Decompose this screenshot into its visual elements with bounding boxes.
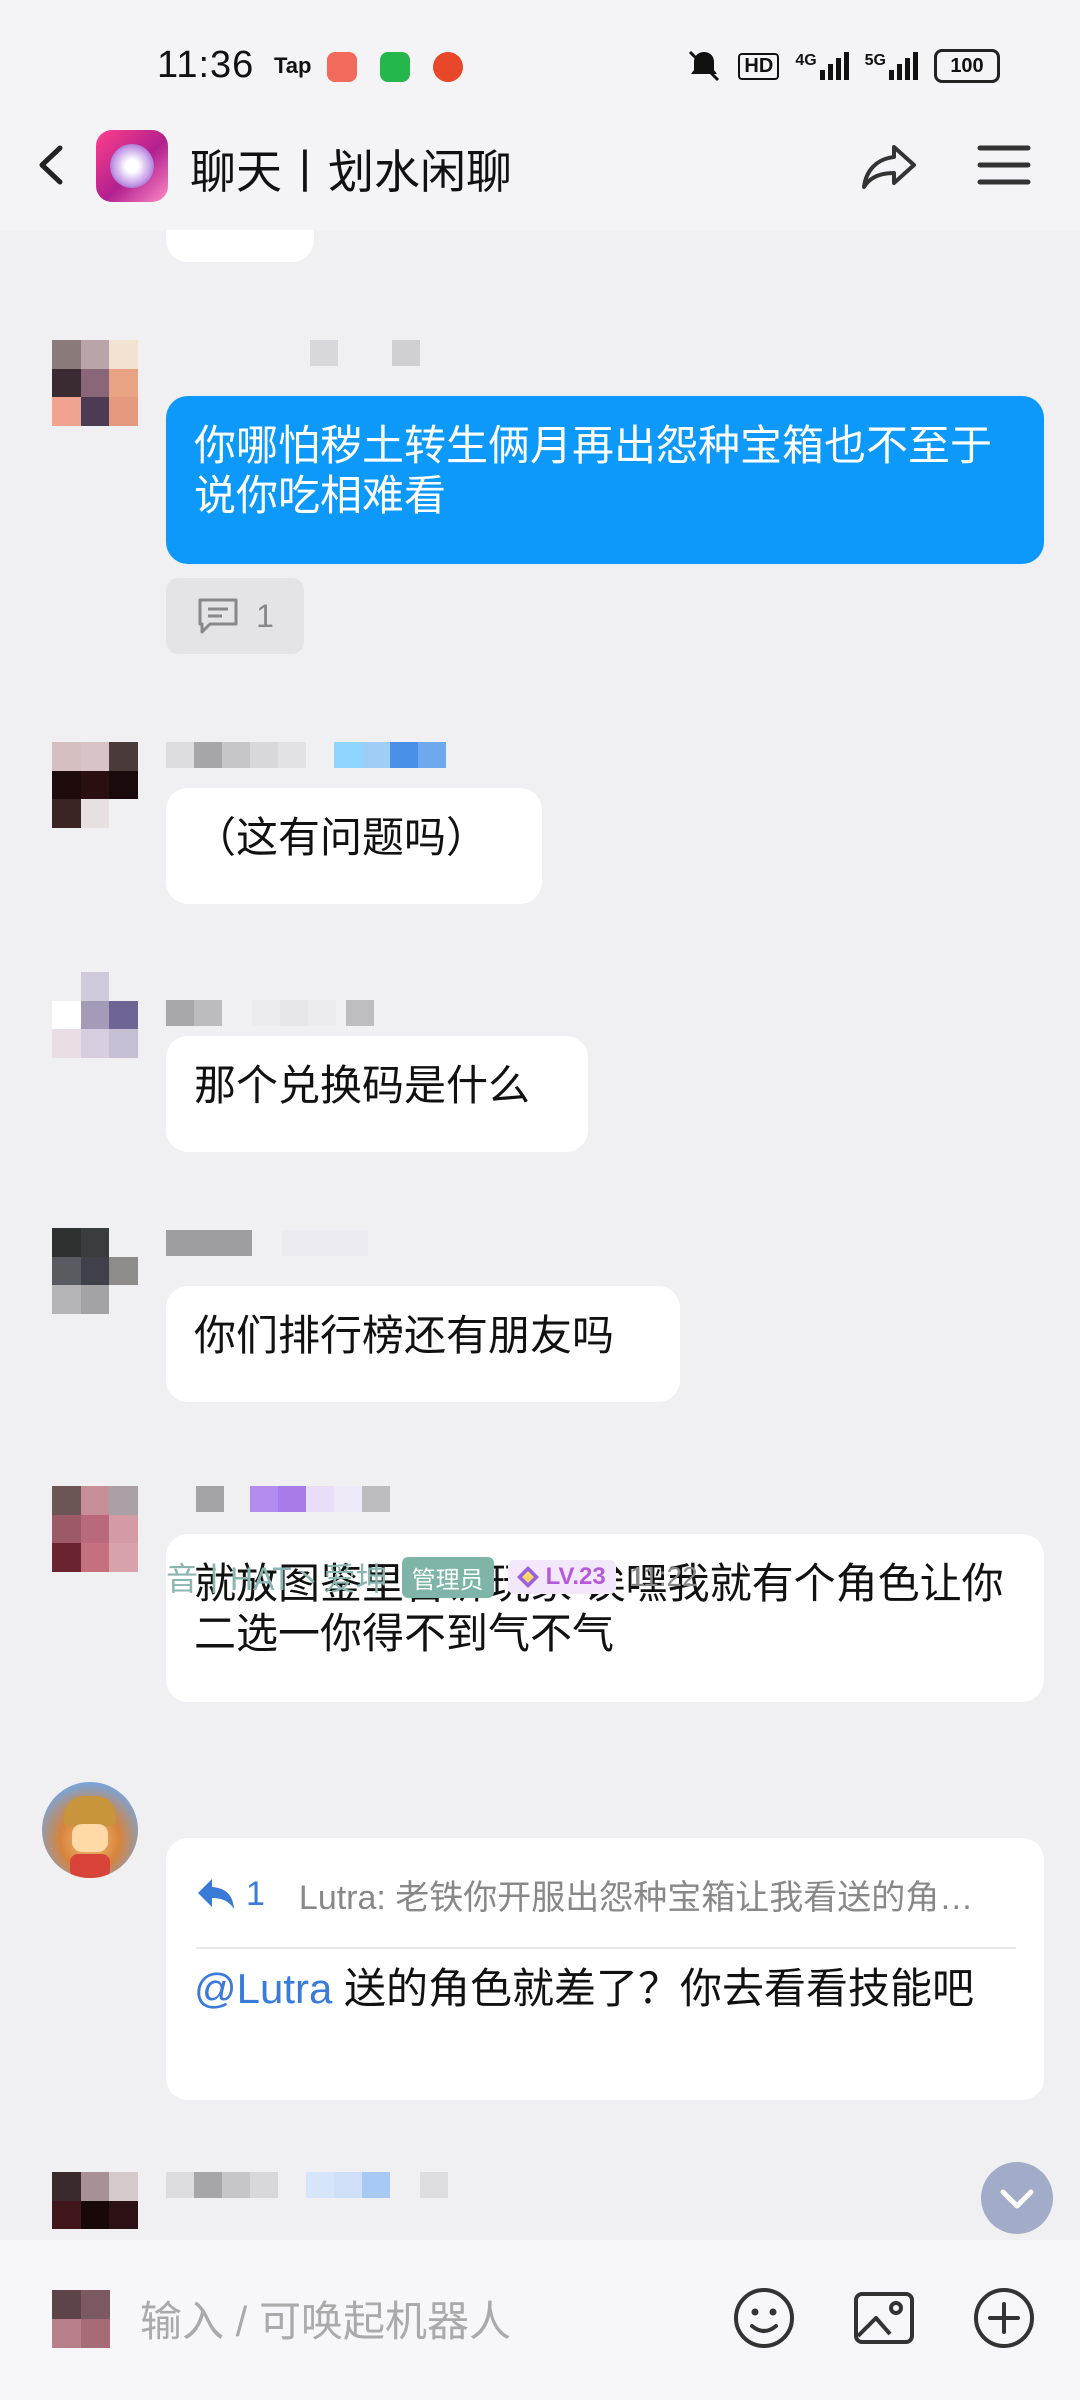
sender-name[interactable]: 音丨HAT丶爱坤 <box>166 1554 388 1600</box>
message-text: 你们排行榜还有朋友吗 <box>194 1312 615 1359</box>
level-diamond-icon <box>516 1566 539 1588</box>
avatar[interactable] <box>52 340 138 426</box>
message-bubble[interactable]: （这有问题吗） <box>166 788 542 904</box>
sender-name-blurred <box>166 1230 368 1256</box>
level-text: LV.23 <box>545 1563 606 1590</box>
avatar[interactable] <box>52 1486 138 1572</box>
menu-icon[interactable] <box>976 140 1032 190</box>
sender-name-blurred <box>196 1486 390 1512</box>
signal-4g-icon: 4G <box>795 52 849 80</box>
message-bubble[interactable]: 1 Lutra: 老铁你开服出怨种宝箱让我看送的角… @Lutra 送的角色就差… <box>166 1838 1044 2100</box>
back-arrow-icon[interactable] <box>28 140 78 190</box>
sender-name-blurred <box>310 340 420 366</box>
reply-count-button[interactable]: 1 <box>166 578 304 654</box>
hd-icon: HD <box>738 52 780 80</box>
mute-bell-icon <box>689 50 720 82</box>
sender-name-blurred <box>166 742 446 768</box>
network-5g-label: 5G <box>864 52 886 69</box>
share-icon[interactable] <box>858 135 920 197</box>
message-time: 11:22 <box>629 1561 698 1592</box>
avatar[interactable] <box>52 742 138 828</box>
avatar[interactable] <box>52 972 138 1058</box>
group-avatar[interactable] <box>96 130 168 202</box>
divider <box>196 1947 1016 1949</box>
avatar[interactable] <box>52 1228 138 1314</box>
battery-indicator: 100 <box>934 49 1000 83</box>
sender-info: 音丨HAT丶爱坤 管理员 LV.23 11:22 <box>166 1554 698 1600</box>
page-title: 聊天丨划水闲聊 <box>190 146 512 198</box>
chat-messages[interactable]: 你哪怕秽土转生俩月再出怨种宝箱也不至于说你吃相难看 1 （这有问题吗） 那个兑换… <box>0 230 1080 2240</box>
message-bubble[interactable]: 你们排行榜还有朋友吗 <box>166 1286 680 1402</box>
level-badge: LV.23 <box>507 1560 616 1594</box>
admin-avatar[interactable] <box>42 1782 138 1878</box>
admin-badge: 管理员 <box>401 1556 494 1598</box>
status-time: 11:36 <box>157 44 255 86</box>
status-icons: HD 4G 5G 100 <box>686 48 1000 84</box>
comment-icon <box>198 598 238 634</box>
reply-text: 送的角色就差了？你去看看技能吧 <box>332 1965 975 2012</box>
network-4g-label: 4G <box>795 52 817 69</box>
reply-arrow-icon <box>198 1879 234 1909</box>
message-input[interactable]: 输入 / 可唤起机器人 <box>140 2288 511 2349</box>
sender-name-blurred <box>166 2172 448 2198</box>
chevron-down-icon <box>1000 2189 1034 2209</box>
plus-icon[interactable] <box>968 2282 1040 2354</box>
game-app-icon <box>327 52 357 82</box>
image-icon[interactable] <box>848 2282 920 2354</box>
my-avatar[interactable] <box>52 2290 110 2348</box>
message-text: 那个兑换码是什么 <box>194 1062 531 1109</box>
video-app-icon <box>433 52 463 82</box>
message-text: 你哪怕秽土转生俩月再出怨种宝箱也不至于说你吃相难看 <box>194 422 993 519</box>
tap-app-icon: Tap <box>274 53 312 78</box>
mention-link[interactable]: @Lutra <box>194 1965 332 2012</box>
quote-count: 1 <box>246 1874 265 1913</box>
signal-5g-icon: 5G <box>865 52 918 80</box>
reply-count: 1 <box>256 597 274 634</box>
message-text: @Lutra 送的角色就差了？你去看看技能吧 <box>194 1963 1014 2015</box>
scroll-to-bottom-button[interactable] <box>981 2162 1053 2234</box>
sender-name-blurred <box>166 1000 374 1026</box>
message-app-icon <box>380 52 410 82</box>
message-text: （这有问题吗） <box>194 814 489 861</box>
message-bubble[interactable]: 那个兑换码是什么 <box>166 1036 588 1152</box>
quote-text: Lutra: 老铁你开服出怨种宝箱让我看送的角… <box>298 1878 974 1917</box>
message-bubble[interactable]: 你哪怕秽土转生俩月再出怨种宝箱也不至于说你吃相难看 <box>166 396 1044 564</box>
message-bubble-partial <box>166 230 314 262</box>
emoji-icon[interactable] <box>728 2282 800 2354</box>
input-bar: 输入 / 可唤起机器人 <box>0 2240 1080 2400</box>
quoted-reply[interactable]: 1 Lutra: 老铁你开服出怨种宝箱让我看送的角… <box>196 1864 1016 1924</box>
